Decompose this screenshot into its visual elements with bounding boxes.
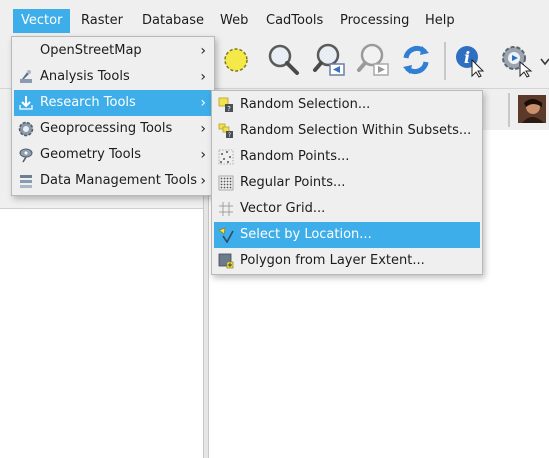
menu-item-label: Random Selection... xyxy=(240,97,371,112)
submenu-arrow-icon: › xyxy=(200,121,206,137)
menu-item-label: Geometry Tools xyxy=(40,147,141,162)
research-tools-submenu: ? Random Selection... ? Random Selection… xyxy=(211,90,483,275)
menu-item-label: Random Points... xyxy=(240,149,350,164)
submenu-arrow-icon: › xyxy=(200,95,206,111)
vector-menu-item-analysis-tools[interactable]: Analysis Tools › xyxy=(14,64,212,90)
submenu-arrow-icon: › xyxy=(200,173,206,189)
research-item-random-selection[interactable]: ? Random Selection... xyxy=(214,92,480,118)
menu-item-label: Regular Points... xyxy=(240,175,346,190)
random-points-icon xyxy=(218,149,234,165)
menubar: Vector Raster Database Web CadTools Proc… xyxy=(0,0,549,36)
menu-help[interactable]: Help xyxy=(417,9,463,33)
vector-menu-item-geoprocessing-tools[interactable]: Geoprocessing Tools › xyxy=(14,116,212,142)
regular-points-icon xyxy=(218,175,234,191)
menu-processing[interactable]: Processing xyxy=(332,9,417,33)
pan-map-icon[interactable] xyxy=(218,42,254,78)
toolbar-separator xyxy=(444,42,446,80)
vector-menu-item-geometry-tools[interactable]: Geometry Tools › xyxy=(14,142,212,168)
research-item-random-points[interactable]: Random Points... xyxy=(214,144,480,170)
vector-grid-icon xyxy=(219,202,233,216)
menu-item-label: Select by Location... xyxy=(240,227,372,242)
geometry-icon xyxy=(19,148,33,163)
vector-menu-item-data-management-tools[interactable]: Data Management Tools › xyxy=(14,168,212,194)
research-item-random-selection-subsets[interactable]: ? Random Selection Within Subsets... xyxy=(214,118,480,144)
zoom-next-icon[interactable] xyxy=(356,42,392,78)
svg-text:i: i xyxy=(464,48,470,67)
vector-menu-item-research-tools[interactable]: Research Tools › xyxy=(14,90,212,116)
analysis-icon xyxy=(20,70,32,83)
zoom-last-icon[interactable] xyxy=(312,42,348,78)
toolbar-separator xyxy=(508,93,510,127)
menu-item-label: Random Selection Within Subsets... xyxy=(240,123,472,138)
run-action-icon[interactable] xyxy=(498,42,534,78)
menu-cadtools[interactable]: CadTools xyxy=(258,9,331,33)
menu-item-label: OpenStreetMap xyxy=(40,43,142,58)
research-item-select-by-location[interactable]: Select by Location... xyxy=(214,222,480,248)
menu-vector[interactable]: Vector xyxy=(13,9,71,33)
select-location-icon xyxy=(218,227,234,243)
menu-raster[interactable]: Raster xyxy=(73,9,131,33)
refresh-icon[interactable] xyxy=(398,42,434,78)
svg-text:?: ? xyxy=(228,132,231,139)
menu-item-label: Research Tools xyxy=(40,95,136,110)
research-item-polygon-from-extent[interactable]: Polygon from Layer Extent... xyxy=(214,248,480,274)
svg-text:?: ? xyxy=(227,105,231,113)
submenu-arrow-icon: › xyxy=(200,147,206,163)
menu-item-label: Polygon from Layer Extent... xyxy=(240,253,425,268)
menu-web[interactable]: Web xyxy=(212,9,256,33)
research-icon xyxy=(19,96,33,110)
menu-item-label: Data Management Tools xyxy=(40,173,197,188)
polygon-extent-icon xyxy=(218,253,234,269)
research-item-regular-points[interactable]: Regular Points... xyxy=(214,170,480,196)
user-avatar-icon[interactable] xyxy=(518,95,546,123)
menu-item-label: Geoprocessing Tools xyxy=(40,121,173,136)
vector-menu-item-openstreetmap[interactable]: OpenStreetMap › xyxy=(14,38,212,64)
random-subset-icon: ? xyxy=(218,123,233,139)
layers-panel[interactable] xyxy=(0,208,203,458)
zoom-in-icon[interactable] xyxy=(265,42,301,78)
vector-menu: OpenStreetMap › Analysis Tools › Researc… xyxy=(11,36,215,196)
identify-icon[interactable]: i xyxy=(452,42,488,78)
geoprocessing-icon xyxy=(18,121,34,137)
submenu-arrow-icon: › xyxy=(200,69,206,85)
research-item-vector-grid[interactable]: Vector Grid... xyxy=(214,196,480,222)
data-management-icon xyxy=(20,175,32,188)
menu-item-label: Analysis Tools xyxy=(40,69,130,84)
menu-item-label: Vector Grid... xyxy=(240,201,326,216)
menu-database[interactable]: Database xyxy=(134,9,212,33)
random-selection-icon: ? xyxy=(218,97,233,113)
toolbar-overflow-icon[interactable] xyxy=(540,56,549,68)
submenu-arrow-icon: › xyxy=(200,43,206,59)
